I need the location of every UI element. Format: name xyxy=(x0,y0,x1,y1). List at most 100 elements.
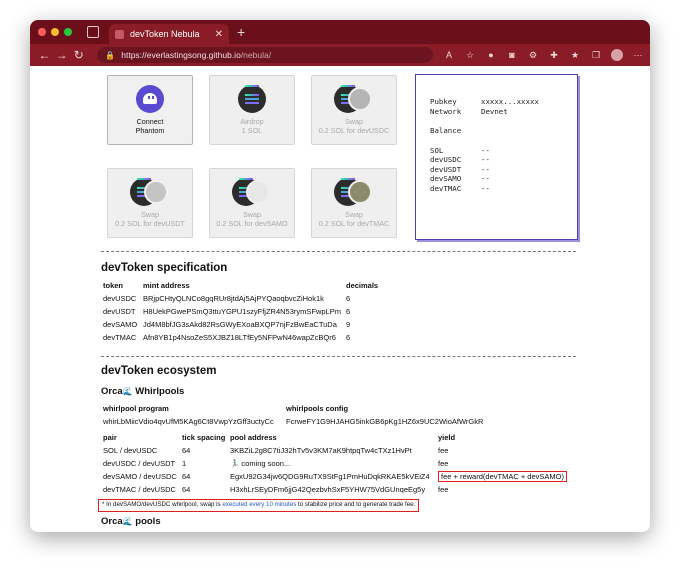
table-row: devTMAC Afn8YB1p4NsoZeS5XJBZ18LTfEy5NFPwN… xyxy=(103,331,378,344)
swap-usdc-card[interactable]: Swap 0.2 SOL for devUSDC xyxy=(311,75,397,145)
balance-token: devSAMO xyxy=(430,174,462,183)
favorite-star-icon[interactable]: ☆ xyxy=(464,50,476,61)
orca-wave-icon: 🌊 xyxy=(122,387,133,396)
swap-note: * In devSAMO/devUSDC whirlpool, swap is … xyxy=(98,499,420,512)
cell: 🏃🏻‍♂️ coming soon... xyxy=(230,459,291,468)
browser-tab[interactable]: devToken Nebula ✕ xyxy=(109,24,229,44)
puzzle-icon[interactable]: ✚ xyxy=(548,50,560,61)
cell: H3xhLrSEyDFm6jjG42QezbvhSxF5YHW75VdGUnqe… xyxy=(230,485,426,494)
network-value: Devnet xyxy=(481,106,508,116)
favorites-icon[interactable]: ★ xyxy=(569,50,581,61)
close-window-button[interactable] xyxy=(38,28,46,36)
pubkey-label: Pubkey xyxy=(430,97,457,106)
note-text: to stabilize price and to generate trade… xyxy=(296,501,416,508)
divider xyxy=(101,251,576,252)
camera-extension-icon[interactable]: ◙ xyxy=(506,50,518,60)
cell: devUSDT xyxy=(103,307,136,316)
url-path: /nebula/ xyxy=(240,50,272,60)
cell: devUSDC / devUSDT xyxy=(103,459,176,468)
spec-heading: devToken specification xyxy=(101,262,228,274)
samo-dog-icon xyxy=(246,180,270,204)
extension-icon[interactable]: ● xyxy=(485,50,497,60)
minimize-window-button[interactable] xyxy=(51,28,59,36)
solana-icon xyxy=(238,85,266,113)
balance-value: -- xyxy=(481,155,490,164)
more-menu-icon[interactable]: ⋯ xyxy=(632,50,644,61)
network-label: Network xyxy=(430,106,462,116)
swap-samo-card[interactable]: Swap 0.2 SOL for devSAMO xyxy=(209,168,295,238)
cell: devTMAC / devUSDC xyxy=(103,485,176,494)
balance-value: -- xyxy=(481,145,490,155)
card-sublabel: Phantom xyxy=(135,125,165,135)
cell: 6 xyxy=(346,307,351,316)
swap-usdt-card[interactable]: Swap 0.2 SOL for devUSDT xyxy=(107,168,193,238)
pools-label: pools xyxy=(135,516,161,527)
maximize-window-button[interactable] xyxy=(64,28,72,36)
balance-token: devTMAC xyxy=(430,183,462,193)
orca-whirlpools-heading: Orca🌊 Whirlpools xyxy=(101,386,184,397)
browser-toolbar: ← → ↻ 🔒 https://everlastingsong.github.i… xyxy=(30,44,650,66)
column-header: token xyxy=(103,281,124,290)
config-value: FcrweFY1G9HJAHG5inkGB6pKg1HZ6x9UC2WioAfW… xyxy=(286,417,484,426)
card-sublabel: 1 SOL xyxy=(241,125,263,135)
whirlpool-config-table: whirlpool program whirlpools config whirL… xyxy=(103,402,483,428)
cell: 64 xyxy=(182,472,191,481)
card-sublabel: 0.2 SOL for devUSDC xyxy=(318,125,390,135)
column-header: mint address xyxy=(143,281,190,290)
connect-phantom-card[interactable]: Connect Phantom xyxy=(107,75,193,145)
back-arrow-icon[interactable]: ← xyxy=(36,48,53,62)
cell: Jd4M8bfJG3sAkd82RsGWyEXoaBXQP7njFzBwEaCT… xyxy=(143,320,337,329)
pubkey-value: xxxxx...xxxxx xyxy=(481,97,539,106)
favicon-icon xyxy=(115,29,124,39)
cell: fee xyxy=(438,459,449,468)
table-row: devUSDC / devUSDT 1 🏃🏻‍♂️ coming soon... fe… xyxy=(103,457,567,470)
tmac-icon xyxy=(348,180,372,204)
balance-label: Balance xyxy=(430,126,462,135)
browser-window: devToken Nebula ✕ + ← → ↻ 🔒 https://ever… xyxy=(30,20,650,532)
balance-value: -- xyxy=(481,164,490,174)
table-header: token mint address decimals xyxy=(103,279,378,292)
airdrop-card[interactable]: Airdrop 1 SOL xyxy=(209,75,295,145)
card-sublabel: 0.2 SOL for devUSDT xyxy=(115,218,185,228)
cell: 3KBZiL2g8C7tiJ32hTv5v3KM7aK9htpqTw4cTXz1… xyxy=(230,446,412,455)
cell: 1 xyxy=(182,459,187,468)
forward-arrow-icon[interactable]: → xyxy=(53,48,70,62)
solana-usdc-icon xyxy=(334,85,374,113)
new-tab-button[interactable]: + xyxy=(237,24,245,40)
highlighted-yield: fee + reward(devTMAC + devSAMO) xyxy=(438,471,567,482)
cell: 64 xyxy=(182,446,191,455)
orca-wave-icon: 🌊 xyxy=(122,517,133,526)
balance-token: SOL xyxy=(430,145,444,155)
balance-token: devUSDT xyxy=(430,164,462,174)
cell: devSAMO xyxy=(103,320,138,329)
column-header: tick spacing xyxy=(182,433,226,442)
profile-avatar[interactable] xyxy=(610,49,623,61)
balance-token: devUSDC xyxy=(430,155,462,164)
cell: devTMAC xyxy=(103,333,137,342)
close-tab-icon[interactable]: ✕ xyxy=(215,29,223,40)
page-content: Connect Phantom Airdrop 1 SOL Swap 0.2 S… xyxy=(30,66,650,532)
spec-table: token mint address decimals devUSDC BRjpC… xyxy=(103,279,378,344)
read-aloud-icon[interactable]: A xyxy=(443,50,455,60)
refresh-icon[interactable]: ↻ xyxy=(70,48,87,62)
collections-icon[interactable]: ❐ xyxy=(590,50,602,61)
url-domain: https://everlastingsong.github.io xyxy=(121,50,241,60)
note-text: * In devSAMO/devUSDC whirlpool, swap is xyxy=(102,501,223,508)
table-header: pair tick spacing pool address yield xyxy=(103,431,567,444)
balance-value: -- xyxy=(481,183,490,193)
swap-tmac-card[interactable]: Swap 0.2 SOL for devTMAC xyxy=(311,168,397,238)
tab-actions-icon[interactable] xyxy=(87,26,99,38)
ecosystem-heading: devToken ecosystem xyxy=(101,365,217,377)
address-bar[interactable]: 🔒 https://everlastingsong.github.io/nebu… xyxy=(97,47,433,63)
cell: 64 xyxy=(182,485,191,494)
usdc-icon xyxy=(348,87,372,111)
cell: fee xyxy=(438,446,449,455)
orca-label: Orca xyxy=(101,386,123,397)
table-row: devSAMO / devUSDC 64 EgxU92G34jw6QDG9RuTX9… xyxy=(103,470,567,483)
solana-tmac-icon xyxy=(334,178,374,206)
cell: fee xyxy=(438,485,449,494)
cell: devUSDC xyxy=(103,294,137,303)
column-header: pool address xyxy=(230,433,277,442)
whirlpools-label: Whirlpools xyxy=(135,386,185,397)
settings-gear-icon[interactable]: ⚙ xyxy=(527,50,539,61)
